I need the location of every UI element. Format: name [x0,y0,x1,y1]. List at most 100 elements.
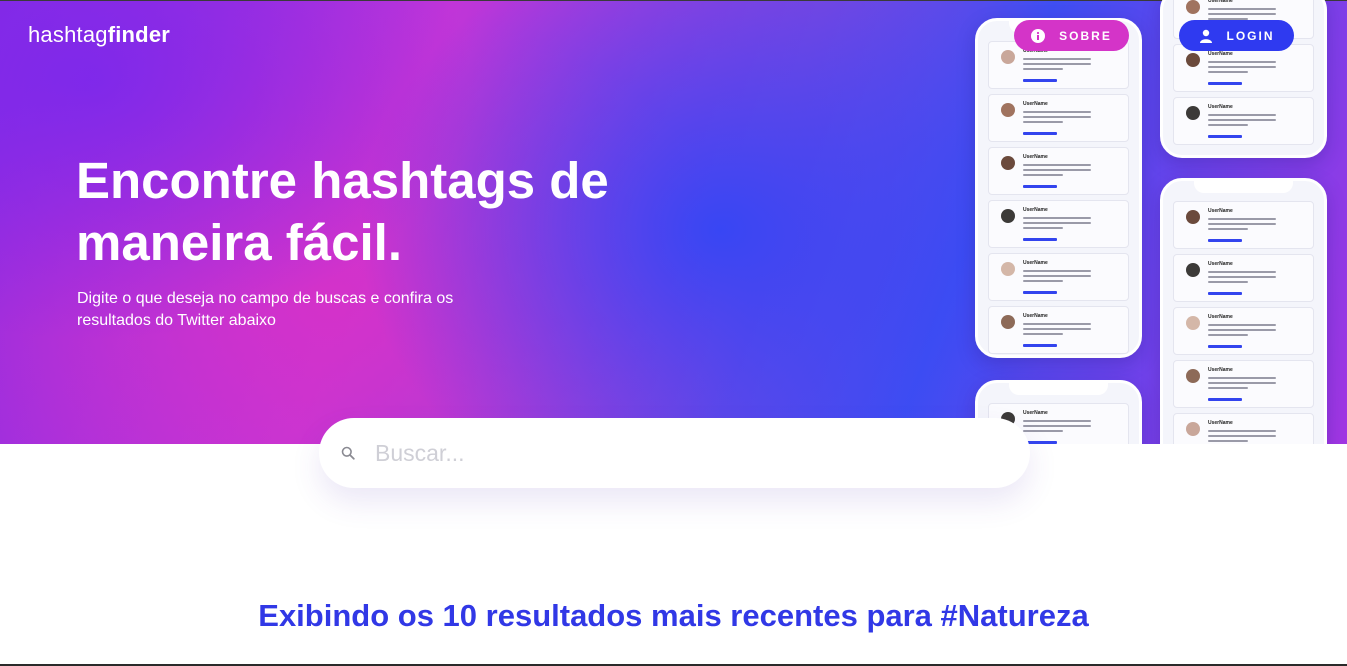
avatar [1001,262,1015,276]
mockup-tweet-card: UserName [1173,307,1314,355]
mockup-link [1208,345,1242,348]
mockup-text-line [1023,333,1063,335]
mockup-tweet-card: UserName [988,253,1129,301]
mockup-link [1023,185,1057,188]
mockup-tweet-card: UserName [1173,201,1314,249]
mockup-link [1208,82,1242,85]
mockup-username: UserName [1023,101,1048,107]
mockup-text-line [1023,270,1091,272]
logo[interactable]: hashtagfinder [28,22,170,48]
mockup-username: UserName [1023,410,1048,416]
mockup-text-line [1023,63,1091,65]
mockup-username: UserName [1023,154,1048,160]
mockup-username: UserName [1208,420,1233,426]
mockup-text-line [1023,111,1091,113]
avatar [1001,315,1015,329]
mockup-link [1208,135,1242,138]
mockup-username: UserName [1208,104,1233,110]
mockup-text-line [1208,223,1276,225]
search-input[interactable] [375,436,995,470]
info-icon [1031,28,1046,43]
mockup-text-line [1023,280,1063,282]
mockup-text-line [1023,275,1091,277]
mockup-text-line [1208,382,1276,384]
mockup-text-line [1023,121,1063,123]
mockup-text-line [1208,281,1248,283]
phone-mockup: UserName UserName UserName UserName UserName… [975,18,1142,358]
mockup-tweet-card: UserName [1173,44,1314,92]
mockup-text-line [1208,71,1248,73]
mockup-username: UserName [1208,208,1233,214]
mockup-username: UserName [1208,314,1233,320]
phone-mockup: UserName UserName UserName UserName UserName [1160,178,1327,444]
mockup-username: UserName [1208,367,1233,373]
sobre-label: SOBRE [1059,28,1112,43]
mockup-text-line [1208,119,1276,121]
mockup-text-line [1208,114,1276,116]
results-heading: Exibindo os 10 resultados mais recentes … [258,598,1089,633]
mockup-tweet-card: UserName [988,94,1129,142]
mockup-text-line [1208,440,1248,442]
mockup-text-line [1208,324,1276,326]
avatar [1186,53,1200,67]
mockup-text-line [1023,68,1063,70]
search-bar[interactable] [319,418,1030,488]
mockup-link [1023,238,1057,241]
mockup-text-line [1208,377,1276,379]
avatar [1001,103,1015,117]
mockup-link [1023,79,1057,82]
mockup-text-line [1208,387,1248,389]
mockup-text-line [1023,174,1063,176]
avatar [1186,106,1200,120]
mockup-text-line [1208,124,1248,126]
mockup-text-line [1208,8,1276,10]
mockup-text-line [1023,328,1091,330]
mockup-text-line [1023,420,1091,422]
mockup-text-line [1208,13,1276,15]
mockup-text-line [1023,116,1091,118]
mockup-tweet-card: UserName [1173,413,1314,444]
hero-banner: hashtagfinder Encontre hashtags de manei… [0,0,1347,444]
avatar [1186,369,1200,383]
mockup-text-line [1208,435,1276,437]
mockup-link [1023,344,1057,347]
avatar [1186,316,1200,330]
logo-suffix: finder [107,22,171,47]
mockup-text-line [1208,66,1276,68]
avatar [1001,156,1015,170]
mockup-tweet-card: UserName [1173,360,1314,408]
mockup-text-line [1208,334,1248,336]
mockup-username: UserName [1208,0,1233,4]
mockup-link [1023,291,1057,294]
login-button[interactable]: LOGIN [1179,20,1294,51]
top-border [0,0,1347,1]
login-label: LOGIN [1226,28,1275,43]
mockup-tweet-card: UserName [988,147,1129,195]
mockup-text-line [1023,164,1091,166]
sobre-button[interactable]: SOBRE [1014,20,1129,51]
mockup-text-line [1023,169,1091,171]
mockup-text-line [1023,217,1091,219]
mockup-link [1208,239,1242,242]
hero-title: Encontre hashtags de maneira fácil. [76,152,609,271]
mockup-username: UserName [1023,260,1048,266]
mockup-link [1208,398,1242,401]
avatar [1186,0,1200,14]
mockup-username: UserName [1023,313,1048,319]
mockup-tweet-card: UserName [1173,254,1314,302]
mockup-username: UserName [1208,51,1233,57]
mockup-text-line [1023,323,1091,325]
mockup-text-line [1208,218,1276,220]
mockup-text-line [1023,430,1063,432]
mockup-tweet-card: UserName [1173,97,1314,145]
avatar [1001,50,1015,64]
avatar [1186,422,1200,436]
logo-prefix: hashtag [28,22,108,47]
mockup-text-line [1208,271,1276,273]
avatar [1186,210,1200,224]
mockup-text-line [1208,329,1276,331]
mockup-username: UserName [1208,261,1233,267]
mockup-link [1208,292,1242,295]
phone-notch [1193,181,1294,193]
phone-notch [1008,383,1109,395]
